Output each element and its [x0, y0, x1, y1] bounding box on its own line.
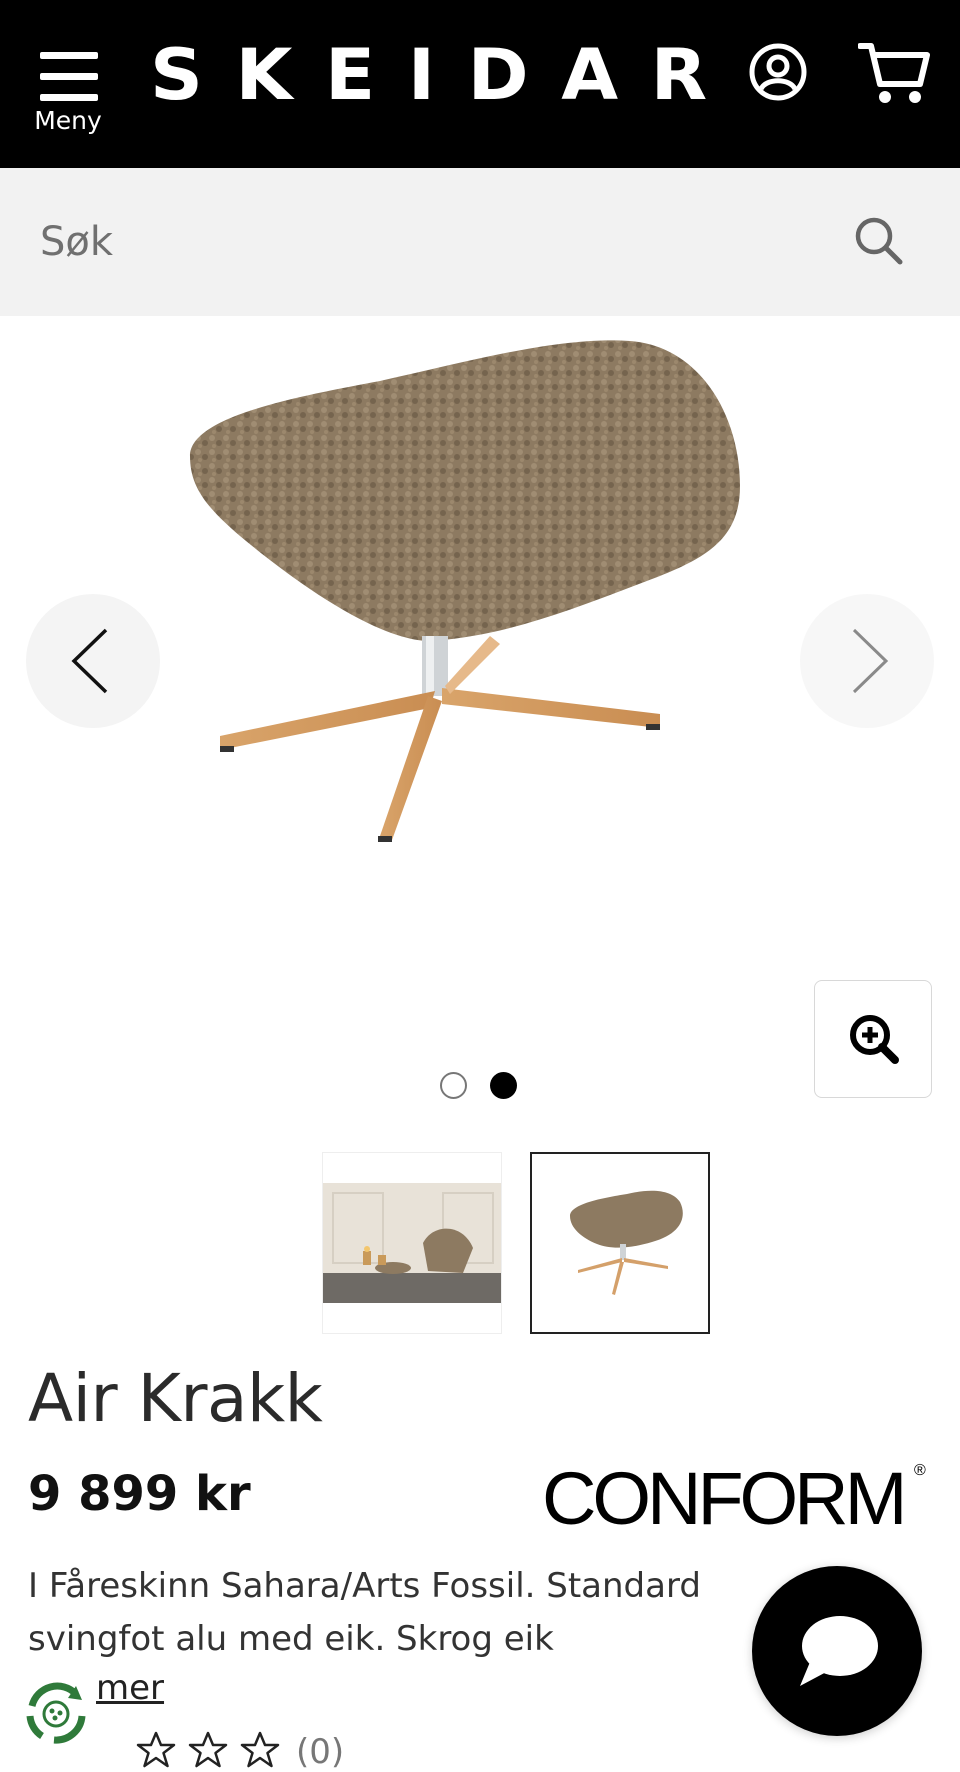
- chat-bubble-icon: [800, 1616, 878, 1686]
- gallery-pagination: [440, 1072, 520, 1102]
- thumbnail-strip: [322, 1152, 712, 1334]
- chevron-right-icon: [852, 628, 889, 694]
- menu-label: Meny: [34, 106, 102, 135]
- zoom-in-icon: [850, 1015, 899, 1064]
- thumbnail-ottoman-active[interactable]: [530, 1152, 710, 1334]
- zoom-button[interactable]: [814, 980, 932, 1098]
- star-empty-icon: [240, 1731, 280, 1768]
- product-price: 9 899 kr: [28, 1466, 251, 1522]
- product-rating[interactable]: (0): [96, 1724, 396, 1772]
- star-empty-icon: [136, 1731, 176, 1768]
- user-circle-icon: [749, 43, 807, 101]
- eco-badge-button[interactable]: [18, 1676, 94, 1752]
- brand-logo[interactable]: CONFORM ®: [542, 1460, 932, 1538]
- product-gallery: [0, 316, 960, 1116]
- site-header: Meny SKEIDAR: [0, 0, 960, 168]
- brand-name: CONFORM: [542, 1457, 907, 1540]
- product-title: Air Krakk: [28, 1360, 323, 1437]
- account-button[interactable]: [748, 42, 808, 102]
- previous-image-button[interactable]: [26, 594, 160, 728]
- search-button[interactable]: [852, 214, 908, 270]
- hamburger-icon: [40, 48, 98, 101]
- thumbnail-room-scene[interactable]: [322, 1152, 502, 1334]
- menu-button[interactable]: Meny: [32, 44, 104, 140]
- shopping-cart-icon: [857, 43, 930, 103]
- chat-button[interactable]: [752, 1566, 922, 1736]
- next-image-button[interactable]: [800, 594, 934, 728]
- product-description: I Fåreskinn Sahara/Arts Fossil. Standard…: [28, 1566, 701, 1659]
- rating-count: (0): [296, 1732, 345, 1772]
- registered-mark: ®: [914, 1462, 926, 1479]
- search-icon: [855, 217, 903, 265]
- read-more-link[interactable]: mer: [96, 1668, 164, 1708]
- star-empty-icon: [188, 1731, 228, 1768]
- product-image-ottoman[interactable]: [180, 336, 820, 976]
- pagination-dot-1[interactable]: [440, 1072, 467, 1099]
- site-logo[interactable]: SKEIDAR: [150, 30, 717, 120]
- pagination-dot-2-active[interactable]: [490, 1072, 517, 1099]
- cart-button[interactable]: [857, 40, 930, 106]
- search-bar: [0, 168, 960, 316]
- recycle-badge-icon: [22, 1680, 90, 1748]
- search-input[interactable]: [40, 202, 820, 282]
- chevron-left-icon: [71, 628, 108, 694]
